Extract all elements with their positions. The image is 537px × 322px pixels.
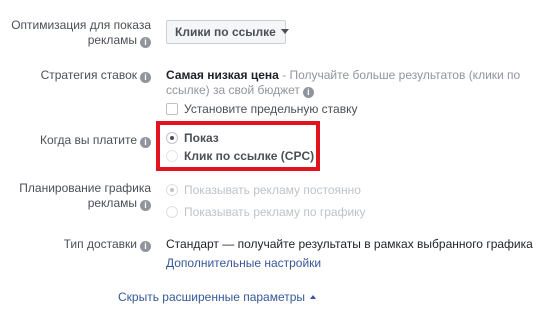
- chevron-up-icon[interactable]: [310, 295, 317, 299]
- radio-cpc[interactable]: [166, 150, 178, 162]
- radio-scheduled[interactable]: [166, 206, 178, 218]
- optimization-label-line2: рекламы: [87, 33, 137, 47]
- optimization-dropdown[interactable]: Клики по ссылке: [166, 20, 289, 44]
- bid-cap-checkbox-row[interactable]: Установите предельную ставку: [166, 102, 357, 117]
- hide-advanced-link[interactable]: Скрыть расширенные параметры: [118, 290, 305, 304]
- info-icon[interactable]: i: [140, 37, 151, 48]
- payment-option-cpc[interactable]: Клик по ссылке (CPC): [166, 149, 314, 164]
- delivery-value: Стандарт — получайте результаты в рамках…: [166, 237, 533, 252]
- payment-label-text: Когда вы платите: [40, 133, 137, 147]
- info-icon[interactable]: i: [140, 72, 151, 83]
- schedule-option-scheduled[interactable]: Показывать рекламу по графику: [166, 205, 366, 220]
- delivery-label: Тип доставки i: [64, 237, 151, 252]
- info-icon[interactable]: i: [302, 87, 314, 98]
- optimization-value: Клики по ссылке: [175, 25, 276, 39]
- delivery-value-text: Стандарт — получайте результаты в рамках…: [166, 237, 533, 251]
- bid-strategy-value: Самая низкая цена - Получайте больше рез…: [166, 68, 520, 83]
- payment-option-impression[interactable]: Показ: [166, 131, 219, 146]
- bid-strategy-desc-line1: - Получайте больше результатов (клики по: [278, 68, 521, 82]
- schedule-option-label: Показывать рекламу по графику: [184, 205, 366, 219]
- scheduling-label: Планирование графика рекламы i: [19, 181, 151, 211]
- info-icon[interactable]: i: [140, 241, 151, 252]
- more-settings-link[interactable]: Дополнительные настройки: [166, 256, 321, 270]
- schedule-option-always[interactable]: Показывать рекламу постоянно: [166, 183, 361, 198]
- scheduling-label-line1: Планирование графика: [19, 181, 151, 195]
- payment-option-label: Показ: [184, 131, 219, 145]
- payment-option-label: Клик по ссылке (CPC): [184, 149, 315, 163]
- bid-strategy-desc: ссылке) за свой бюджет i: [166, 83, 314, 98]
- bid-strategy-name: Самая низкая цена: [166, 68, 279, 82]
- optimization-label-line1: Оптимизация для показа: [11, 18, 151, 32]
- bid-strategy-desc-line2: ссылке) за свой бюджет: [166, 83, 300, 97]
- radio-always[interactable]: [166, 184, 178, 196]
- info-icon[interactable]: i: [140, 200, 151, 211]
- optimization-label: Оптимизация для показа рекламы i: [11, 18, 151, 48]
- delivery-more-settings[interactable]: Дополнительные настройки: [166, 256, 321, 271]
- scheduling-label-line2: рекламы: [87, 196, 137, 210]
- bid-cap-checkbox-label: Установите предельную ставку: [184, 102, 358, 116]
- bid-strategy-label: Стратегия ставок i: [41, 68, 151, 83]
- payment-label: Когда вы платите i: [40, 133, 151, 148]
- delivery-label-text: Тип доставки: [63, 237, 137, 251]
- bid-cap-checkbox[interactable]: [166, 103, 178, 115]
- bid-strategy-label-text: Стратегия ставок: [40, 68, 137, 82]
- info-icon[interactable]: i: [140, 137, 151, 148]
- hide-advanced[interactable]: Скрыть расширенные параметры: [118, 290, 317, 305]
- chevron-down-icon: [280, 29, 289, 34]
- schedule-option-label: Показывать рекламу постоянно: [184, 183, 361, 197]
- radio-impression[interactable]: [166, 132, 178, 144]
